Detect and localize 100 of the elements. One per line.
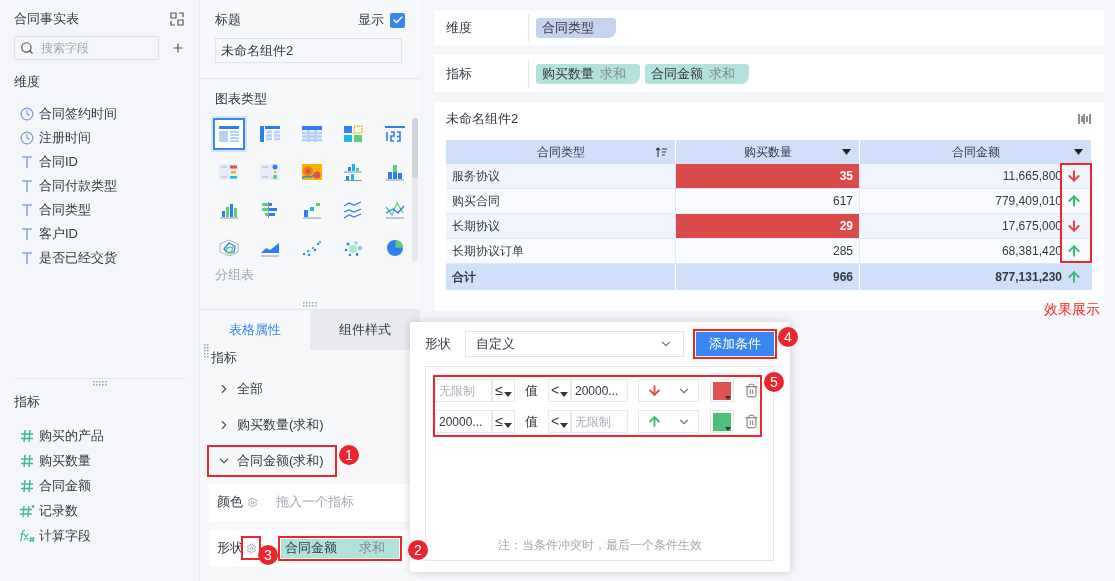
barcode-icon[interactable] bbox=[1078, 114, 1092, 124]
bar-label: 指标 bbox=[434, 59, 529, 88]
measure-chip[interactable]: 合同金额 求和 bbox=[645, 63, 749, 84]
hash-icon bbox=[20, 479, 34, 493]
field-item[interactable]: 合同ID bbox=[39, 151, 78, 172]
drag-handle-icon[interactable] bbox=[303, 302, 317, 307]
field-item[interactable]: 购买数量 bbox=[39, 451, 91, 471]
table-cell: 617 bbox=[676, 189, 860, 213]
row-label: 颜色 bbox=[217, 493, 243, 512]
scrollbar[interactable] bbox=[412, 117, 418, 261]
field-item[interactable]: 计算字段 bbox=[39, 526, 91, 546]
drag-handle-icon[interactable] bbox=[92, 381, 107, 386]
stacked-bar-icon bbox=[383, 162, 406, 181]
search-field[interactable]: 搜索字段 bbox=[14, 36, 159, 60]
delete-icon[interactable] bbox=[744, 414, 759, 429]
callout-text: 效果展示 bbox=[1044, 300, 1100, 319]
text-type-icon bbox=[21, 178, 33, 193]
bar-label: 维度 bbox=[434, 13, 529, 42]
bar-chart-icon bbox=[342, 162, 365, 181]
caret-icon bbox=[725, 426, 731, 431]
delete-icon[interactable] bbox=[744, 383, 759, 398]
table-icon bbox=[218, 162, 240, 181]
value-label: 值 bbox=[524, 412, 539, 431]
settings-icon[interactable] bbox=[243, 538, 259, 558]
caret-icon bbox=[560, 392, 569, 397]
field-item[interactable]: 购买的产品 bbox=[39, 426, 104, 446]
hash-icon bbox=[20, 454, 34, 468]
measure-chip[interactable]: 购买数量 求和 bbox=[536, 63, 640, 84]
lower-bound-field[interactable]: 无限制 bbox=[435, 379, 492, 402]
dimension-chip[interactable]: 合同类型 bbox=[536, 17, 616, 38]
chip-aggregation: 求和 bbox=[600, 64, 626, 83]
tree-item[interactable]: 合同金额(求和) bbox=[209, 446, 335, 475]
dropdown-icon[interactable] bbox=[1074, 149, 1083, 155]
table-icon bbox=[259, 124, 282, 143]
section-heading: 指标 bbox=[14, 394, 40, 409]
table-icon bbox=[300, 124, 323, 143]
shape-picker[interactable] bbox=[638, 379, 699, 402]
table-cell: 285 bbox=[676, 239, 860, 263]
chart-type-hint: 分组表 bbox=[215, 266, 254, 282]
widget-title: 未命名组件2 bbox=[446, 110, 519, 129]
text-type-icon bbox=[21, 202, 33, 217]
section-heading: 图表类型 bbox=[215, 91, 267, 106]
title-field[interactable]: 未命名组件2 bbox=[215, 38, 402, 63]
swap-icon[interactable] bbox=[169, 11, 185, 27]
row-label: 形状 bbox=[217, 539, 243, 558]
table-cell: 966 bbox=[676, 264, 860, 290]
caret-icon bbox=[503, 392, 512, 397]
line-chart-icon bbox=[383, 200, 406, 219]
operator-select[interactable]: < bbox=[548, 379, 571, 402]
operator-select[interactable]: ≤ bbox=[492, 379, 515, 402]
field-item[interactable]: 合同金额 bbox=[39, 476, 91, 496]
settings-icon[interactable] bbox=[247, 496, 258, 508]
table-cell: 购买合同 bbox=[446, 189, 676, 213]
table-cell-text: 877,131,230 bbox=[995, 269, 1062, 286]
waterfall-icon bbox=[300, 200, 323, 219]
table-cell-text: 68,381,420 bbox=[1001, 243, 1062, 260]
heatmap-icon bbox=[300, 162, 323, 181]
table-cell-text: 17,675,000 bbox=[1001, 218, 1062, 235]
table-cell: 29 bbox=[676, 214, 860, 238]
check-icon bbox=[391, 14, 404, 26]
table-cell: 长期协议订单 bbox=[446, 239, 676, 263]
scatter-icon bbox=[300, 238, 323, 257]
caret-icon bbox=[560, 423, 569, 428]
add-condition-button[interactable]: 添加条件 bbox=[696, 332, 774, 356]
operator-select[interactable]: < bbox=[548, 410, 571, 433]
field-item[interactable]: 合同付款类型 bbox=[39, 175, 117, 196]
field-item[interactable]: 记录数 bbox=[39, 501, 78, 521]
field-item[interactable]: 合同签约时间 bbox=[39, 103, 117, 124]
table-cell-text: 11,665,800 bbox=[1002, 168, 1062, 185]
tab[interactable]: 组件样式 bbox=[310, 310, 420, 350]
table-cell: 合计 bbox=[446, 264, 676, 290]
dropdown-icon[interactable] bbox=[842, 149, 851, 155]
upper-bound-field[interactable]: 20000... bbox=[571, 379, 628, 402]
field-item[interactable]: 客户ID bbox=[39, 223, 78, 244]
upper-bound-field[interactable]: 无限制 bbox=[571, 410, 628, 433]
shape-picker[interactable] bbox=[638, 410, 699, 433]
chart-type-button[interactable] bbox=[213, 117, 245, 150]
operator-select[interactable]: ≤ bbox=[492, 410, 515, 433]
checkbox[interactable] bbox=[390, 12, 405, 28]
chip-field: 购买数量 bbox=[542, 63, 594, 84]
chip-aggregation: 求和 bbox=[359, 539, 385, 558]
shape-select[interactable]: 自定义 bbox=[465, 331, 684, 357]
section-heading: 指标 bbox=[211, 349, 237, 367]
hash-star-icon bbox=[19, 504, 35, 518]
field-label: 标题 bbox=[215, 11, 241, 30]
field-item[interactable]: 注册时间 bbox=[39, 127, 91, 148]
chip-aggregation: 求和 bbox=[709, 64, 735, 83]
field-item[interactable]: 是否已经交货 bbox=[39, 247, 117, 268]
clock-icon bbox=[20, 106, 34, 121]
clock-icon bbox=[20, 130, 34, 145]
field-item[interactable]: 合同类型 bbox=[39, 199, 91, 220]
drag-handle-icon[interactable] bbox=[204, 344, 209, 358]
tree-item[interactable]: 全部 bbox=[209, 374, 335, 403]
caret-icon bbox=[725, 395, 731, 400]
table-icon bbox=[218, 124, 240, 143]
panel-title: 合同事实表 bbox=[14, 10, 79, 29]
sort-icon[interactable] bbox=[655, 146, 667, 158]
tree-item[interactable]: 购买数量(求和) bbox=[209, 410, 335, 439]
lower-bound-field[interactable]: 20000... bbox=[435, 410, 492, 433]
field-chip[interactable]: 合同金额 求和 bbox=[281, 538, 399, 558]
